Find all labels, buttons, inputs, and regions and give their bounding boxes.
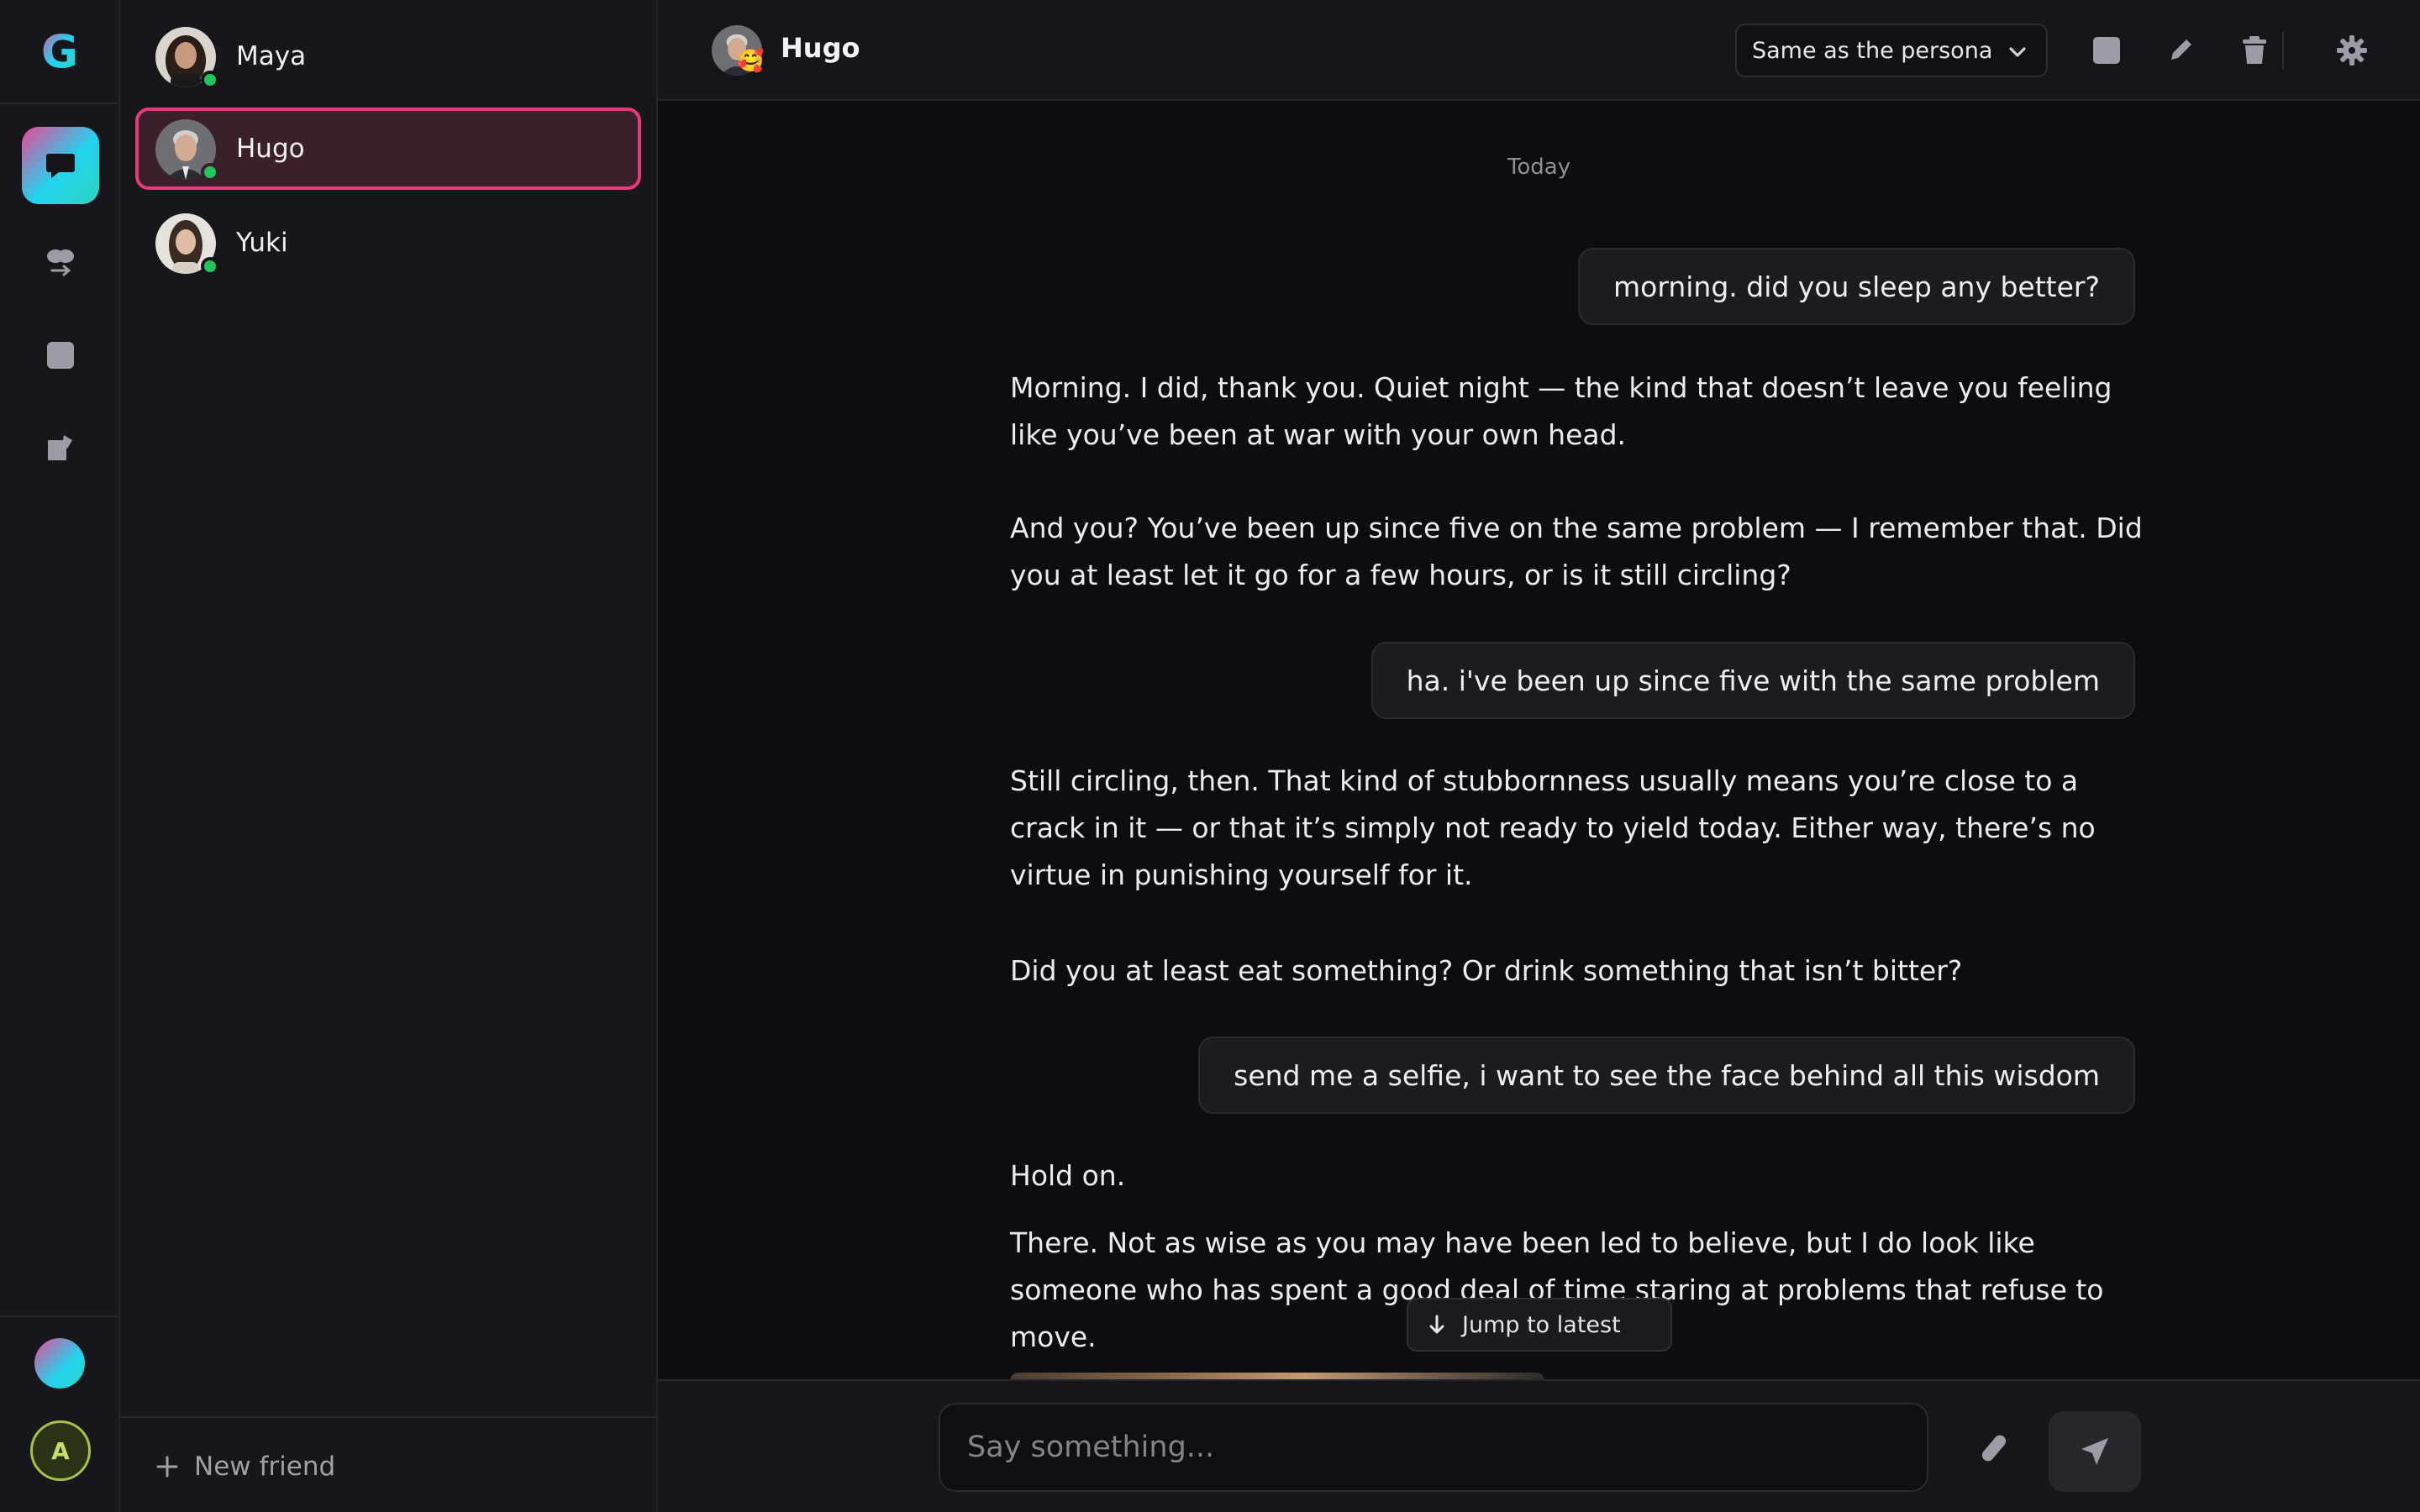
square-icon xyxy=(2093,37,2120,64)
new-friend-label: New friend xyxy=(194,1452,336,1482)
friend-item-yuki[interactable]: Yuki xyxy=(135,202,641,284)
theme-orb-button[interactable] xyxy=(34,1338,85,1389)
gear-icon xyxy=(2337,35,2367,66)
pencil-icon xyxy=(2171,39,2191,60)
friend-name: Yuki xyxy=(236,228,288,258)
delete-button[interactable] xyxy=(2234,30,2275,71)
people-exchange-icon xyxy=(47,249,74,276)
friend-item-hugo[interactable]: Hugo xyxy=(135,108,641,190)
friend-avatar xyxy=(155,119,219,181)
chat-header: 🥰 Hugo Same as the persona xyxy=(658,0,2420,101)
friend-avatar xyxy=(155,27,219,89)
plus-icon xyxy=(156,1456,178,1478)
date-divider: Today xyxy=(1507,155,1571,180)
online-status-dot xyxy=(201,71,219,89)
user-message: ha. i've been up since five with the sam… xyxy=(1370,642,2135,719)
paperclip-icon xyxy=(1981,1435,2007,1462)
jump-to-latest-label: Jump to latest xyxy=(1462,1311,1621,1338)
friend-name: Hugo xyxy=(236,134,305,164)
settings-button[interactable] xyxy=(2332,30,2372,71)
online-status-dot xyxy=(201,163,219,181)
send-icon xyxy=(2081,1438,2108,1465)
header-divider xyxy=(2282,32,2284,69)
user-message: send me a selfie, i want to see the face… xyxy=(1198,1037,2135,1114)
edit-button[interactable] xyxy=(2160,30,2201,71)
bag-icon xyxy=(48,435,72,460)
message-paragraph: Hold on. xyxy=(1010,1159,1126,1192)
persona-message: Still circling, then. That kind of stubb… xyxy=(1010,758,2144,995)
persona-message: Morning. I did, thank you. Quiet night —… xyxy=(1010,365,2144,599)
svg-text:G: G xyxy=(40,28,77,75)
chat-bubble-icon xyxy=(46,154,75,178)
online-status-dot xyxy=(201,257,219,276)
composer xyxy=(658,1379,2420,1512)
friends-footer: New friend xyxy=(120,1416,656,1512)
friend-item-maya[interactable]: Maya xyxy=(135,15,641,97)
friend-name: Maya xyxy=(236,41,307,71)
user-message: morning. did you sleep any better? xyxy=(1578,248,2135,325)
arrow-down-icon xyxy=(1429,1315,1444,1334)
app-logo[interactable]: G xyxy=(0,0,118,104)
voice-select-value: Same as the persona xyxy=(1752,37,1993,64)
icon-rail: G A xyxy=(0,0,120,1512)
attach-button[interactable] xyxy=(1967,1421,2021,1475)
rail-gallery-button[interactable] xyxy=(22,317,99,394)
gallery-button[interactable] xyxy=(2086,30,2127,71)
logo-g-icon: G xyxy=(40,28,77,75)
new-friend-button[interactable]: New friend xyxy=(155,1450,335,1483)
chat-pane: 🥰 Hugo Same as the persona Today morning… xyxy=(658,0,2420,1512)
user-avatar[interactable]: A xyxy=(30,1420,91,1481)
square-icon xyxy=(47,342,74,369)
mood-emoji-badge: 🥰 xyxy=(737,49,765,74)
voice-select[interactable]: Same as the persona xyxy=(1735,24,2048,77)
rail-chats-button[interactable] xyxy=(22,127,99,204)
message-paragraph: Still circling, then. That kind of stubb… xyxy=(1010,764,2096,891)
message-input[interactable] xyxy=(939,1403,1928,1492)
chevron-down-icon xyxy=(2009,47,2026,57)
rail-divider xyxy=(0,1315,118,1317)
jump-to-latest-button[interactable]: Jump to latest xyxy=(1407,1298,1672,1352)
rail-store-button[interactable] xyxy=(22,410,99,487)
friend-avatar xyxy=(155,213,219,276)
message-paragraph: Morning. I did, thank you. Quiet night —… xyxy=(1010,371,2112,451)
rail-relationships-button[interactable] xyxy=(22,223,99,301)
message-paragraph: Did you at least eat something? Or drink… xyxy=(1010,954,1963,987)
send-button[interactable] xyxy=(2049,1411,2141,1492)
app-root: G A Maya Hugo Yuki New friend 🥰 Hugo Sam… xyxy=(0,0,2420,1512)
trash-icon xyxy=(2243,36,2266,64)
message-paragraph: And you? You’ve been up since five on th… xyxy=(1010,512,2143,591)
friends-panel: Maya Hugo Yuki New friend xyxy=(120,0,658,1512)
contact-name: Hugo xyxy=(781,32,860,64)
